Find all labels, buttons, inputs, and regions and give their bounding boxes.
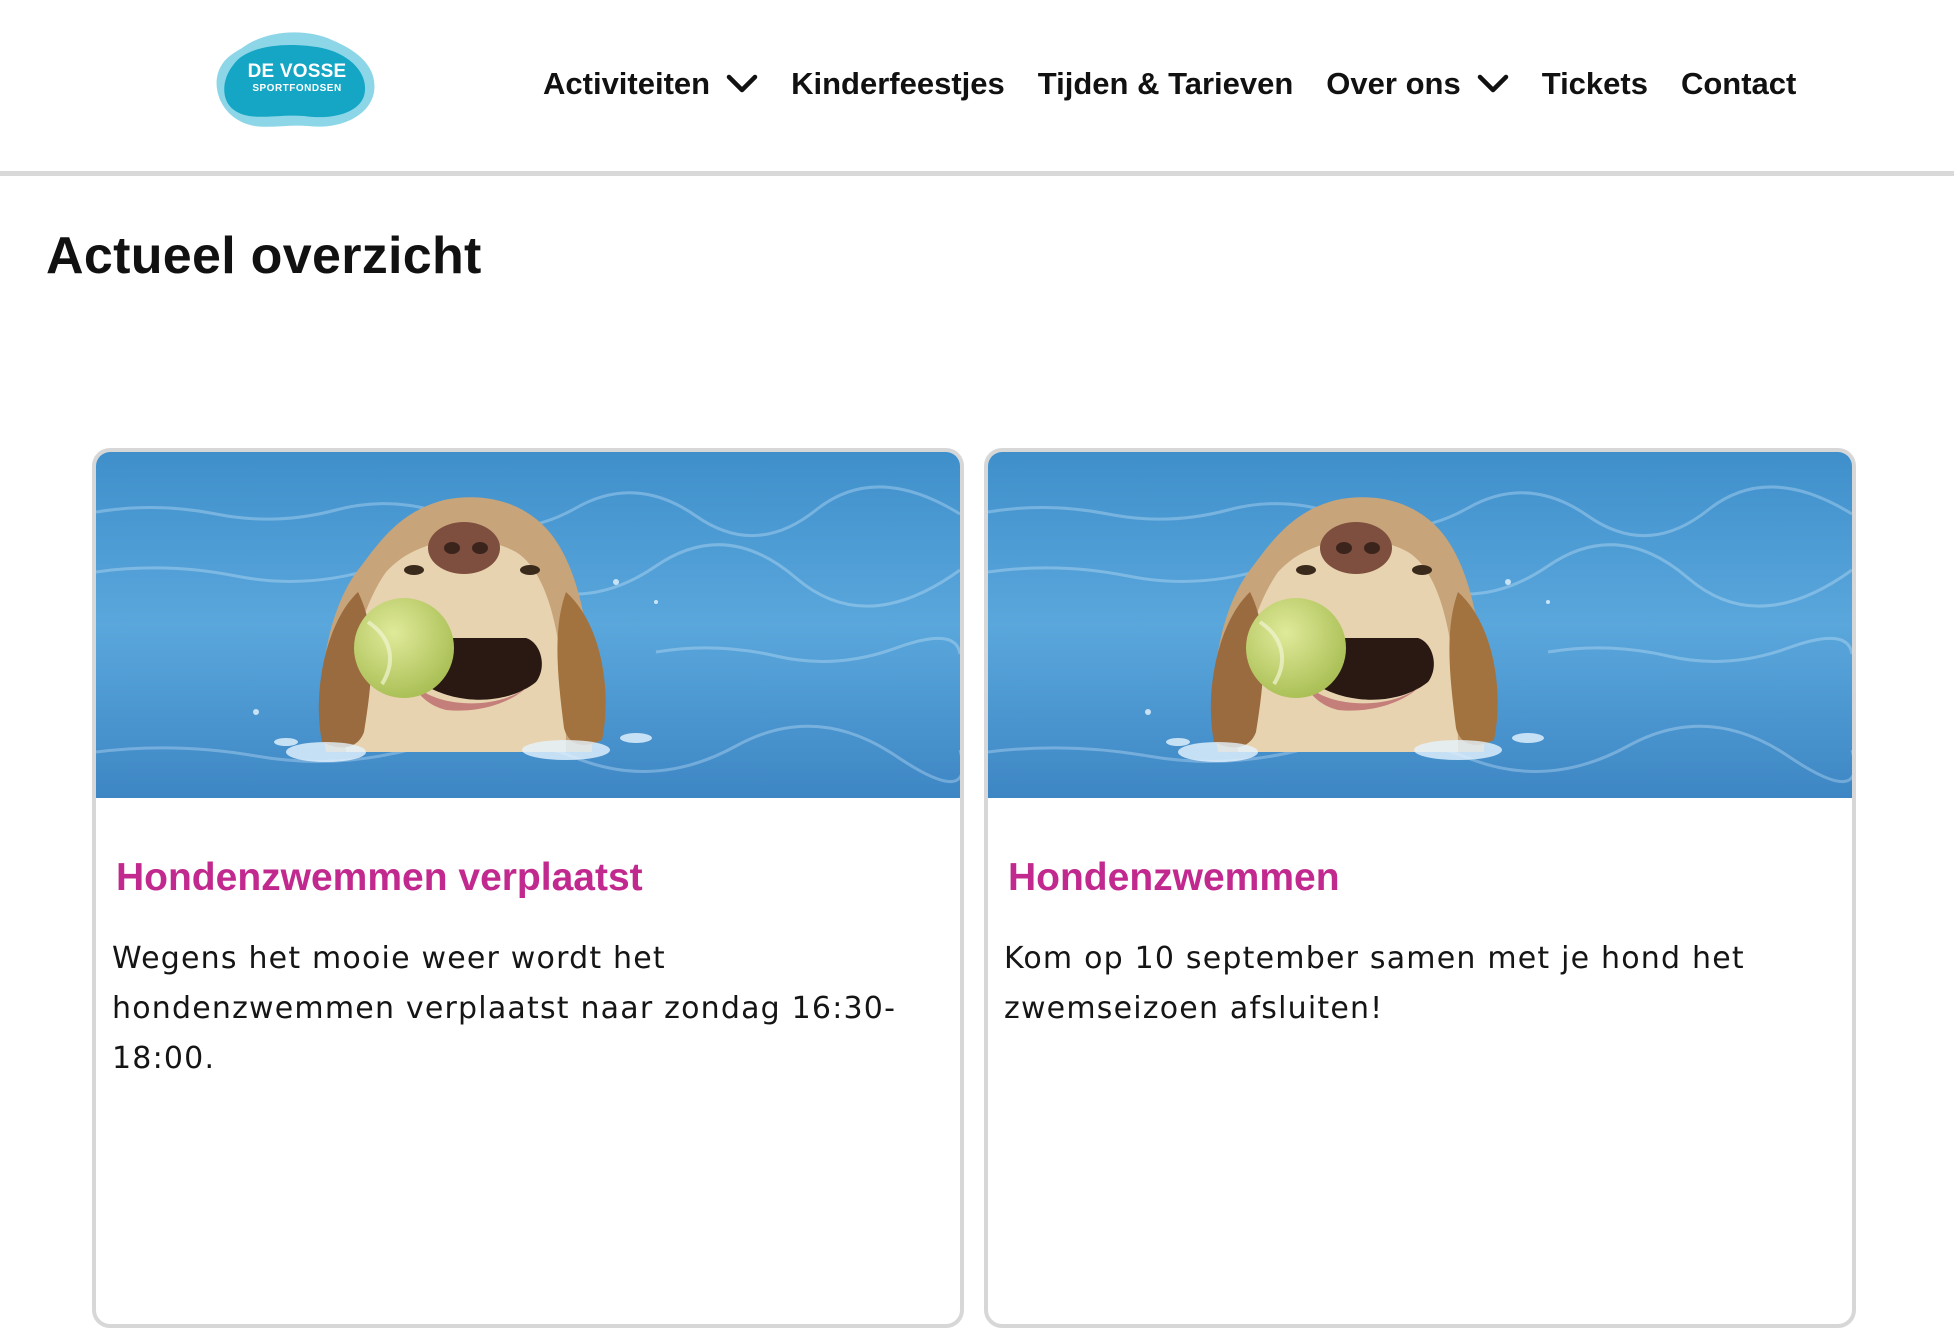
nav-item-over-ons[interactable]: Over ons — [1326, 66, 1508, 102]
main-navigation: Activiteiten Kinderfeestjes Tijden & Tar… — [543, 62, 1796, 106]
nav-item-label: Activiteiten — [543, 66, 711, 101]
nav-item-tijden-tarieven[interactable]: Tijden & Tarieven — [1038, 66, 1294, 102]
nav-item-label: Contact — [1680, 66, 1797, 101]
dog-swimming-image — [988, 452, 1852, 798]
card-image-dog-swimming[interactable] — [988, 452, 1852, 798]
logo-subtitle: SPORTFONDSEN — [252, 83, 342, 94]
nav-item-label: Tickets — [1541, 66, 1648, 101]
logo-text: DE VOSSE SPORTFONDSEN — [214, 62, 380, 94]
logo-title: DE VOSSE — [247, 61, 347, 82]
nav-item-contact[interactable]: Contact — [1681, 66, 1796, 102]
nav-item-activiteiten[interactable]: Activiteiten — [543, 66, 758, 102]
nav-item-label: Over ons — [1326, 66, 1461, 101]
card-text: Kom op 10 september samen met je hond he… — [1004, 941, 1745, 1026]
dog-swimming-image — [96, 452, 960, 798]
page-title: Actueel overzicht — [46, 227, 482, 285]
nav-item-label: Kinderfeestjes — [791, 66, 1005, 101]
card-image-dog-swimming[interactable] — [96, 452, 960, 798]
nav-item-label: Tijden & Tarieven — [1037, 66, 1294, 101]
chevron-down-icon[interactable] — [1477, 74, 1509, 94]
card-title[interactable]: Hondenzwemmen verplaatst — [116, 856, 643, 900]
nav-item-tickets[interactable]: Tickets — [1542, 66, 1648, 102]
card-text: Wegens het mooie weer wordt het hondenzw… — [112, 941, 897, 1076]
nav-item-kinderfeestjes[interactable]: Kinderfeestjes — [791, 66, 1005, 102]
chevron-down-icon[interactable] — [726, 74, 758, 94]
card-title[interactable]: Hondenzwemmen — [1008, 856, 1340, 900]
site-header: DE VOSSE SPORTFONDSEN Activiteiten Kinde… — [0, 0, 1954, 176]
site-logo[interactable]: DE VOSSE SPORTFONDSEN — [214, 26, 380, 132]
news-card[interactable]: Hondenzwemmen Kom op 10 september samen … — [984, 448, 1856, 1328]
news-card[interactable]: Hondenzwemmen verplaatst Wegens het mooi… — [92, 448, 964, 1328]
